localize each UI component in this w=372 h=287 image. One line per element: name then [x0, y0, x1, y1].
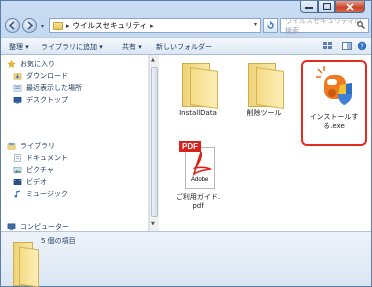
breadcrumb-separator-trailing[interactable]: ▸ [150, 22, 154, 30]
nav-computer[interactable]: コンピューター [7, 222, 69, 231]
folder-icon [53, 21, 63, 30]
scroll-down-icon[interactable]: ▼ [151, 221, 155, 227]
music-icon [14, 190, 20, 198]
library-icon [7, 142, 16, 150]
nav-item-pictures[interactable]: ピクチャ [13, 165, 54, 175]
address-bar[interactable]: ▸ ウイルスセキュリティ ▸ ▾ [49, 18, 261, 33]
close-icon [346, 2, 354, 11]
nav-libraries-label: ライブラリ [20, 142, 55, 150]
file-label-line-2: る.exe [323, 122, 345, 130]
file-label: 削除ツール [246, 109, 282, 117]
nav-favorites-label: お気に入り [20, 60, 55, 68]
address-row: ▾ ▸ ウイルスセキュリティ ▸ ▾ ウイルスセキュリティの検索 [1, 17, 371, 35]
nav-item-label: 最近表示した場所 [26, 84, 82, 92]
minimize-icon [305, 6, 313, 9]
navigation-pane: お気に入り ダウンロード 最近表示した場所 デスクトップ ライブラリ ドキュメン… [1, 55, 149, 231]
nav-item-label: ビデオ [26, 178, 47, 186]
file-label: ご利用ガイド. pdf [169, 193, 227, 211]
nav-item-label: デスクトップ [26, 96, 68, 104]
recent-pages-dropdown[interactable]: ▾ [41, 23, 44, 30]
nav-item-documents[interactable]: ドキュメント [13, 153, 68, 163]
include-in-library-menu[interactable]: ライブラリに追加 ▾ [41, 42, 103, 52]
nav-pane-scrollbar[interactable]: ▲ ▼ [149, 55, 159, 231]
nav-item-label: ダウンロード [26, 72, 68, 80]
file-item-guide-pdf[interactable]: PDF Adobe ご利用ガイド. pdf [169, 141, 227, 211]
folder-icon [13, 242, 39, 287]
nav-item-label: ドキュメント [26, 154, 68, 162]
nav-item-videos[interactable]: ビデオ [13, 177, 47, 187]
nav-item-recent-places[interactable]: 最近表示した場所 [13, 83, 82, 93]
file-list: InstallData 削除ツール インストールす る.exe PDF Adob… [159, 55, 371, 231]
scroll-up-icon[interactable]: ▲ [151, 57, 155, 63]
adobe-logo-icon [192, 151, 213, 176]
change-view-icon[interactable] [322, 41, 334, 51]
nav-item-label: ピクチャ [26, 166, 54, 174]
forward-arrow-icon [27, 21, 34, 30]
minimize-button[interactable] [300, 1, 318, 13]
details-pane: 5 個の項目 [1, 231, 371, 287]
address-dropdown-icon[interactable]: ▾ [254, 21, 257, 28]
pdf-file-icon: PDF Adobe [179, 141, 217, 191]
computer-icon [7, 223, 16, 231]
file-item-removal-tool[interactable]: 削除ツール [235, 63, 293, 118]
search-input[interactable]: ウイルスセキュリティの検索 [280, 16, 369, 35]
nav-computer-label: コンピューター [20, 223, 69, 231]
nav-favorites[interactable]: お気に入り [7, 59, 55, 69]
nav-item-label: ミュージック [26, 190, 68, 198]
share-menu[interactable]: 共有 ▾ [122, 42, 142, 52]
pdf-tag: PDF [179, 141, 201, 152]
explorer-window: ▾ ▸ ウイルスセキュリティ ▸ ▾ ウイルスセキュリティの検索 整理 ▾ ライ… [0, 0, 372, 287]
close-button[interactable] [335, 1, 365, 13]
scrollbar-thumb[interactable] [151, 67, 158, 217]
new-folder-button[interactable]: 新しいフォルダー [156, 42, 212, 52]
breadcrumb-folder[interactable]: ウイルスセキュリティ [73, 20, 148, 31]
organize-menu[interactable]: 整理 ▾ [9, 42, 29, 52]
help-icon[interactable]: ? [357, 41, 367, 51]
back-arrow-icon [8, 21, 15, 30]
search-icon[interactable] [357, 21, 365, 29]
nav-item-music[interactable]: ミュージック [13, 189, 68, 199]
file-label: インストールす る.exe [305, 113, 363, 131]
pictures-icon [13, 166, 22, 174]
adobe-label: Adobe [191, 177, 209, 183]
documents-icon [14, 154, 21, 162]
file-label-line-2: pdf [192, 202, 204, 210]
search-placeholder: ウイルスセキュリティの検索 [285, 16, 362, 35]
file-label: InstallData [179, 109, 217, 117]
breadcrumb-separator[interactable]: ▸ [66, 22, 70, 30]
videos-icon [13, 178, 22, 186]
file-label-line-1: ご利用ガイド. [175, 193, 221, 201]
maximize-icon [322, 3, 331, 10]
nav-libraries[interactable]: ライブラリ [7, 141, 55, 151]
back-button[interactable] [5, 18, 20, 33]
folder-icon [178, 63, 218, 109]
file-item-install-exe[interactable]: インストールす る.exe [305, 63, 363, 131]
installer-icon [316, 66, 352, 105]
file-item-installdata[interactable]: InstallData [169, 63, 227, 118]
downloads-folder-icon [13, 73, 22, 80]
maximize-button[interactable] [318, 1, 335, 13]
svg-text:?: ? [360, 43, 364, 51]
refresh-button[interactable] [263, 18, 278, 33]
item-count: 5 個の項目 [41, 237, 76, 245]
folder-icon [244, 63, 284, 109]
command-bar: 整理 ▾ ライブラリに追加 ▾ 共有 ▾ 新しいフォルダー ? [1, 37, 371, 55]
title-bar [1, 1, 371, 15]
nav-item-downloads[interactable]: ダウンロード [13, 71, 68, 81]
window-controls [300, 1, 365, 13]
star-icon [7, 60, 16, 68]
refresh-icon [267, 21, 274, 29]
nav-item-desktop[interactable]: デスクトップ [13, 95, 68, 105]
desktop-icon [13, 96, 22, 104]
preview-pane-icon[interactable] [342, 41, 352, 51]
forward-button[interactable] [22, 18, 37, 33]
file-label-line-1: インストールす [309, 113, 359, 121]
recent-places-icon [13, 84, 22, 92]
